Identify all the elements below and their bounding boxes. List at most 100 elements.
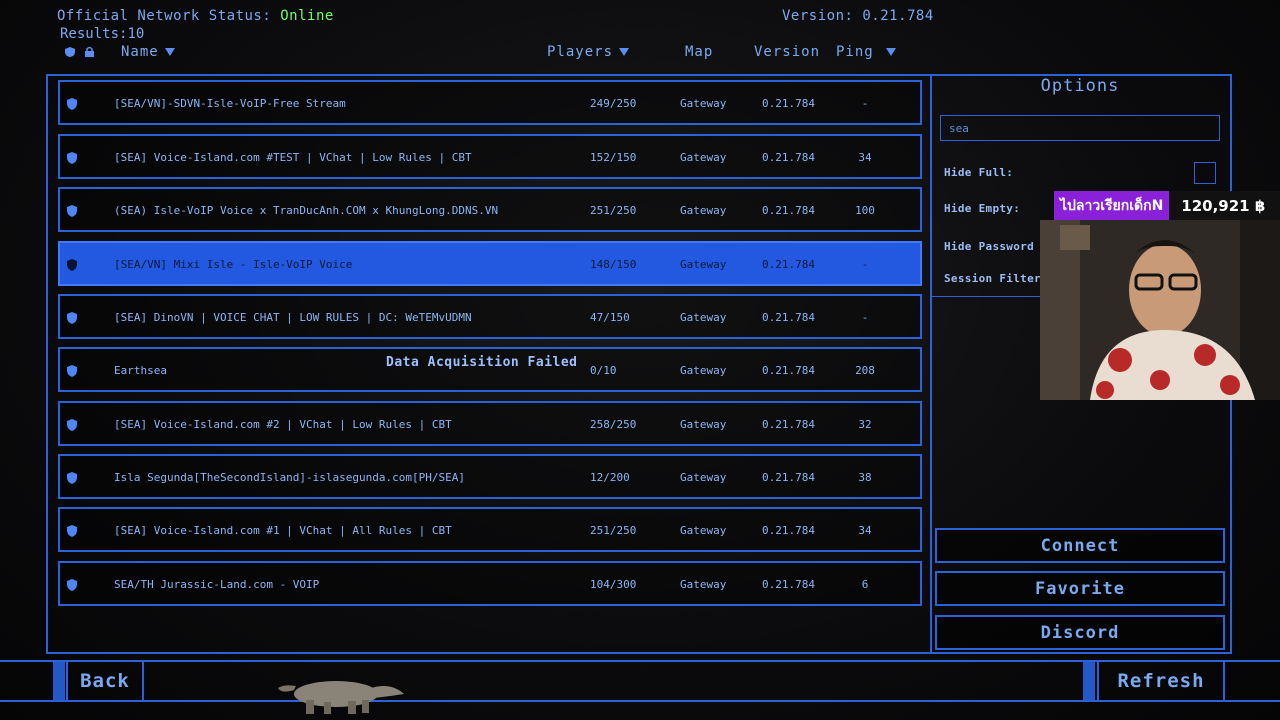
- server-ping: 34: [858, 524, 872, 537]
- server-map: Gateway: [680, 97, 727, 110]
- server-name: [SEA/VN]-SDVN-Isle-VoIP-Free Stream: [114, 97, 346, 110]
- network-status-label: Official Network Status:: [57, 8, 272, 24]
- server-map: Gateway: [680, 311, 727, 324]
- hide-password-label: Hide Password P: [944, 240, 1048, 253]
- server-ping: 34: [858, 151, 872, 164]
- back-button-accent: [53, 662, 65, 700]
- server-version: 0.21.784: [762, 311, 815, 324]
- server-map: Gateway: [680, 258, 727, 271]
- server-ping: 32: [858, 418, 872, 431]
- header-players-label: Players: [547, 44, 614, 60]
- donation-name: ไปลาวเรียกเด็กN: [1054, 191, 1170, 221]
- header-name-label: Name: [121, 44, 159, 60]
- header-map[interactable]: Map: [685, 44, 713, 60]
- server-name: (SEA) Isle-VoIP Voice x TranDucAnh.COM x…: [114, 204, 499, 217]
- shield-icon: [67, 205, 77, 217]
- server-ping: 38: [858, 471, 872, 484]
- webcam-overlay: [1040, 220, 1280, 400]
- server-players: 249/250: [590, 97, 637, 110]
- server-row[interactable]: [SEA] Voice-Island.com #1 | VChat | All …: [58, 507, 922, 552]
- header-icons: [64, 46, 94, 62]
- sort-down-icon: [164, 48, 175, 56]
- sort-down-icon: [885, 48, 896, 56]
- game-version: Version: 0.21.784: [782, 8, 934, 24]
- server-ping: 6: [861, 578, 869, 591]
- network-status: Official Network Status: Online: [57, 8, 334, 24]
- shield-icon: [67, 98, 77, 110]
- server-name: [SEA/VN] Mixi Isle - Isle-VoIP Voice: [114, 258, 353, 271]
- server-map: Gateway: [680, 578, 727, 591]
- server-players: 0/10: [590, 364, 617, 377]
- server-name: [SEA] DinoVN | VOICE CHAT | LOW RULES | …: [114, 311, 472, 324]
- options-divider: [932, 296, 1042, 297]
- server-row[interactable]: Isla Segunda[TheSecondIsland]-islasegund…: [58, 454, 922, 499]
- server-version: 0.21.784: [762, 418, 815, 431]
- server-map: Gateway: [680, 364, 727, 377]
- session-filter-label: Session Filter:: [944, 272, 1048, 285]
- server-ping: -: [861, 311, 869, 324]
- hide-full-label: Hide Full:: [944, 166, 1014, 179]
- server-ping: -: [861, 258, 869, 271]
- server-players: 251/250: [590, 524, 637, 537]
- header-version-label: Version: [754, 44, 821, 60]
- server-version: 0.21.784: [762, 364, 815, 377]
- server-players: 258/250: [590, 418, 637, 431]
- server-row[interactable]: [SEA] DinoVN | VOICE CHAT | LOW RULES | …: [58, 294, 922, 339]
- server-ping: 208: [855, 364, 875, 377]
- server-name: Isla Segunda[TheSecondIsland]-islasegund…: [114, 471, 465, 484]
- server-map: Gateway: [680, 204, 727, 217]
- header-ping-label: Ping: [836, 44, 874, 60]
- connect-button[interactable]: Connect: [935, 528, 1225, 563]
- data-acquisition-failed-message: Data Acquisition Failed: [386, 355, 578, 370]
- server-map: Gateway: [680, 524, 727, 537]
- server-version: 0.21.784: [762, 471, 815, 484]
- server-players: 152/150: [590, 151, 637, 164]
- shield-icon: [67, 579, 77, 591]
- refresh-button-accent: [1083, 662, 1095, 700]
- server-name: [SEA] Voice-Island.com #1 | VChat | All …: [114, 524, 452, 537]
- server-row[interactable]: [SEA/VN] Mixi Isle - Isle-VoIP Voice 148/…: [58, 241, 922, 286]
- results-value: 10: [127, 26, 145, 42]
- shield-icon: [67, 152, 77, 164]
- refresh-button[interactable]: Refresh: [1097, 662, 1225, 700]
- results-label: Results:: [60, 26, 128, 42]
- server-name: [SEA] Voice-Island.com #2 | VChat | Low …: [114, 418, 452, 431]
- server-map: Gateway: [680, 151, 727, 164]
- server-players: 251/250: [590, 204, 637, 217]
- hide-full-checkbox[interactable]: [1194, 162, 1216, 184]
- search-input[interactable]: [940, 115, 1220, 141]
- server-row[interactable]: SEA/TH Jurassic-Land.com - VOIP 104/300 Ga…: [58, 561, 922, 606]
- server-players: 47/150: [590, 311, 630, 324]
- server-row[interactable]: (SEA) Isle-VoIP Voice x TranDucAnh.COM x…: [58, 187, 922, 232]
- server-ping: 100: [855, 204, 875, 217]
- header-ping[interactable]: Ping: [836, 44, 896, 60]
- shield-icon: [67, 259, 77, 271]
- list-divider: [930, 74, 932, 654]
- server-version: 0.21.784: [762, 151, 815, 164]
- shield-icon: [67, 472, 77, 484]
- server-version: 0.21.784: [762, 204, 815, 217]
- server-players: 104/300: [590, 578, 637, 591]
- shield-icon: [67, 365, 77, 377]
- header-name[interactable]: Name: [121, 44, 175, 60]
- streamer-webcam-image: [1040, 220, 1280, 400]
- server-ping: -: [861, 97, 869, 110]
- server-version: 0.21.784: [762, 97, 815, 110]
- bottom-bar-bottom-line: [0, 700, 1280, 702]
- server-row[interactable]: [SEA] Voice-Island.com #2 | VChat | Low …: [58, 401, 922, 446]
- header-version[interactable]: Version: [754, 44, 820, 60]
- discord-button[interactable]: Discord: [935, 615, 1225, 650]
- server-row[interactable]: [SEA] Voice-Island.com #TEST | VChat | L…: [58, 134, 922, 179]
- shield-lock-header-icon: [65, 46, 94, 57]
- server-players: 12/200: [590, 471, 630, 484]
- server-version: 0.21.784: [762, 524, 815, 537]
- favorite-button[interactable]: Favorite: [935, 571, 1225, 606]
- server-row[interactable]: [SEA/VN]-SDVN-Isle-VoIP-Free Stream 249/2…: [58, 80, 922, 125]
- header-map-label: Map: [685, 44, 714, 60]
- server-name: SEA/TH Jurassic-Land.com - VOIP: [114, 578, 320, 591]
- server-version: 0.21.784: [762, 258, 815, 271]
- header-players[interactable]: Players: [547, 44, 630, 60]
- server-name: Earthsea: [114, 364, 167, 377]
- shield-icon: [67, 419, 77, 431]
- back-button[interactable]: Back: [66, 662, 144, 700]
